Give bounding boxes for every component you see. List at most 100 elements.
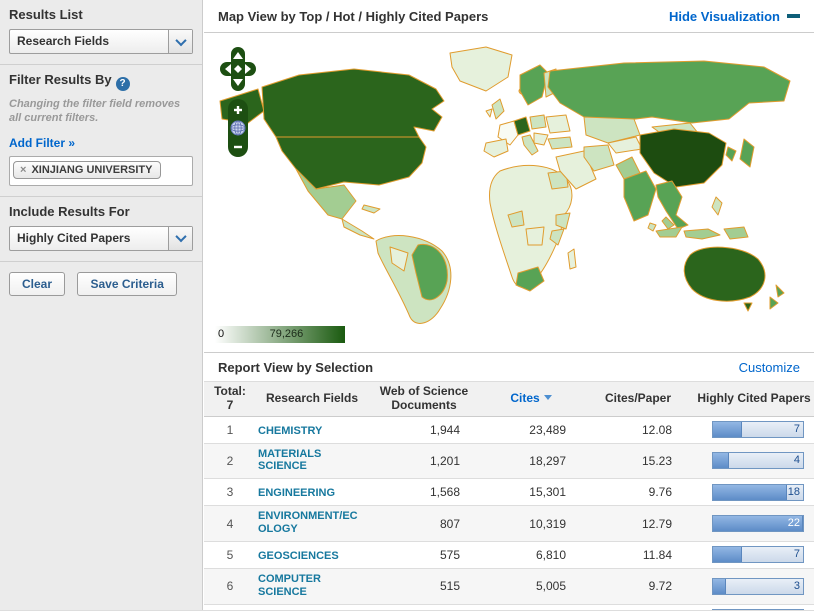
save-criteria-button[interactable]: Save Criteria [77, 272, 176, 296]
row-cites: 10,319 [480, 506, 582, 542]
research-field-link[interactable]: CHEMISTRY [258, 425, 322, 438]
hcp-bar: 3 [712, 578, 804, 595]
row-rank: 3 [204, 479, 256, 506]
row-rank: 0 [204, 604, 256, 611]
row-docs: 515 [368, 568, 480, 604]
report-table: Total: 7 Research Fields Web of Science … [204, 382, 814, 611]
row-field-cell: CHEMISTRY [256, 416, 368, 443]
col-header-docs: Web of Science Documents [368, 382, 480, 416]
sidebar: Results List Research Fields Filter Resu… [0, 0, 203, 611]
table-header-row: Total: 7 Research Fields Web of Science … [204, 382, 814, 416]
world-map[interactable] [204, 39, 814, 339]
map-view-titlebar: Map View by Top / Hot / Highly Cited Pap… [204, 0, 814, 33]
row-field-cell: ENVIRONMENT/ECOLOGY [256, 506, 368, 542]
row-cites: 18,297 [480, 443, 582, 479]
row-rank: 1 [204, 416, 256, 443]
row-docs: 1,944 [368, 416, 480, 443]
hcp-bar-value: 22 [788, 517, 800, 529]
pan-control[interactable] [220, 47, 256, 91]
globe-icon [231, 121, 245, 135]
zoom-control[interactable] [228, 99, 248, 157]
filter-section: Filter Results By? Changing the filter f… [0, 65, 202, 197]
dropdown-button[interactable] [168, 227, 192, 250]
hcp-bar: 7 [712, 546, 804, 563]
include-results-dropdown-value: Highly Cited Papers [10, 227, 168, 250]
row-hcp-cell: 4 [694, 443, 814, 479]
include-results-section: Include Results For Highly Cited Papers [0, 197, 202, 262]
hcp-bar-fill [713, 453, 729, 468]
row-cites: 23,489 [480, 416, 582, 443]
row-cites: 6,810 [480, 541, 582, 568]
col-header-hcp: Highly Cited Papers [694, 382, 814, 416]
remove-filter-icon[interactable]: × [20, 164, 26, 176]
results-list-dropdown[interactable]: Research Fields [9, 29, 193, 54]
hcp-bar-fill [713, 547, 742, 562]
table-row: 4 ENVIRONMENT/ECOLOGY 807 10,319 12.79 2… [204, 506, 814, 542]
row-docs: 575 [368, 541, 480, 568]
chevron-down-icon [175, 34, 186, 45]
add-filter-link[interactable]: Add Filter » [9, 136, 75, 150]
map-south-america[interactable] [376, 236, 451, 324]
row-hcp-cell: 7 [694, 541, 814, 568]
table-row: 1 CHEMISTRY 1,944 23,489 12.08 7 [204, 416, 814, 443]
map-navigation-control[interactable] [220, 47, 256, 159]
research-field-link[interactable]: MATERIALS SCIENCE [258, 448, 366, 473]
esi-app-window: Results List Research Fields Filter Resu… [0, 0, 814, 611]
row-cites-per-paper: 12.79 [582, 506, 694, 542]
include-results-dropdown[interactable]: Highly Cited Papers [9, 226, 193, 251]
col-header-total: Total: 7 [204, 382, 256, 416]
map-oceania[interactable] [684, 247, 784, 311]
row-docs: 1,568 [368, 479, 480, 506]
map-africa[interactable] [489, 165, 576, 291]
report-view-titlebar: Report View by Selection Customize [204, 352, 814, 382]
include-results-label: Include Results For [9, 204, 193, 219]
chevron-down-icon [175, 231, 186, 242]
filter-input[interactable]: × XINJIANG UNIVERSITY [9, 156, 193, 186]
hcp-bar-value: 18 [788, 486, 800, 498]
row-field-cell: ENGINEERING [256, 479, 368, 506]
research-field-link[interactable]: COMPUTER SCIENCE [258, 573, 366, 598]
research-field-link[interactable]: ENGINEERING [258, 487, 335, 500]
row-hcp-cell: 3 [694, 568, 814, 604]
row-field-cell: MATERIALS SCIENCE [256, 443, 368, 479]
map-asia[interactable] [548, 61, 790, 239]
row-hcp-cell: 22 [694, 506, 814, 542]
research-field-link[interactable]: GEOSCIENCES [258, 550, 339, 563]
table-row: 2 MATERIALS SCIENCE 1,201 18,297 15.23 4 [204, 443, 814, 479]
col-header-cites-per-paper: Cites/Paper [582, 382, 694, 416]
clear-button[interactable]: Clear [9, 272, 65, 296]
col-header-cites-sort[interactable]: Cites [480, 382, 582, 416]
row-rank: 5 [204, 541, 256, 568]
hcp-bar-value: 7 [794, 423, 800, 435]
filter-tag-label: XINJIANG UNIVERSITY [31, 164, 152, 176]
customize-link[interactable]: Customize [739, 360, 800, 375]
hide-visualization-link[interactable]: Hide Visualization [669, 9, 800, 24]
row-cites-per-paper: 10.98 [582, 604, 694, 611]
row-hcp-cell: 7 [694, 416, 814, 443]
hcp-bar: 4 [712, 452, 804, 469]
row-cites-per-paper: 9.76 [582, 479, 694, 506]
dropdown-button[interactable] [168, 30, 192, 53]
hcp-bar-value: 3 [794, 580, 800, 592]
table-row: 3 ENGINEERING 1,568 15,301 9.76 18 [204, 479, 814, 506]
results-list-dropdown-value: Research Fields [10, 30, 168, 53]
filter-tag[interactable]: × XINJIANG UNIVERSITY [13, 161, 161, 179]
help-icon[interactable]: ? [116, 77, 130, 91]
row-cites-per-paper: 15.23 [582, 443, 694, 479]
row-cites-per-paper: 9.72 [582, 568, 694, 604]
hcp-bar-fill [713, 485, 787, 500]
scale-max-label: 79,266 [270, 328, 304, 340]
research-field-link[interactable]: ENVIRONMENT/ECOLOGY [258, 510, 366, 535]
hcp-bar: 18 [712, 484, 804, 501]
row-cites-per-paper: 12.08 [582, 416, 694, 443]
report-view-title: Report View by Selection [218, 360, 373, 375]
sort-desc-icon [544, 395, 552, 400]
filter-note: Changing the filter field removes all cu… [9, 98, 193, 126]
row-field-cell: ALL FIELDS [256, 604, 368, 611]
row-cites: 104,942 [480, 604, 582, 611]
total-count: 7 [206, 399, 254, 413]
map-view-title: Map View by Top / Hot / Highly Cited Pap… [218, 9, 488, 24]
row-field-cell: GEOSCIENCES [256, 541, 368, 568]
row-docs: 1,201 [368, 443, 480, 479]
row-hcp-cell: 18 [694, 479, 814, 506]
